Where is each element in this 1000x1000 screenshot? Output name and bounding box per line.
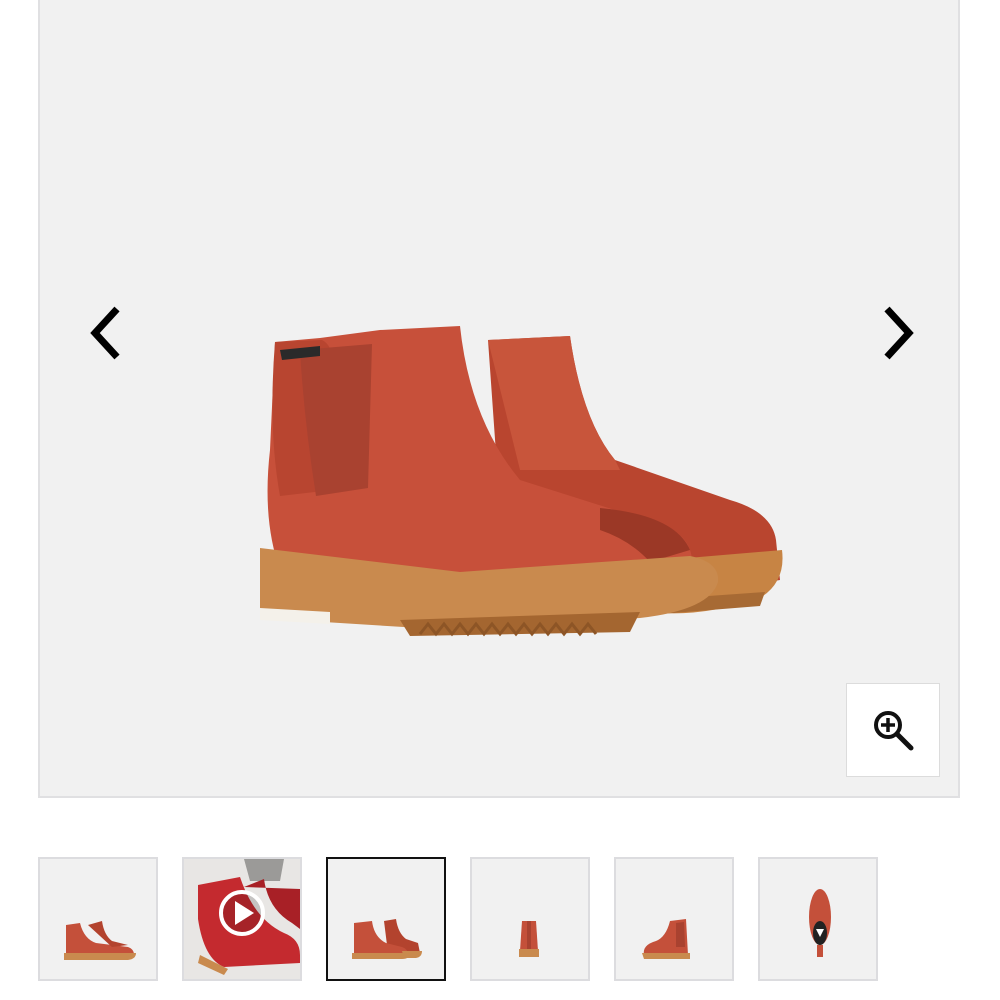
play-icon: [219, 890, 265, 936]
boot-pair-image: [64, 921, 136, 960]
thumbnail-4[interactable]: [470, 857, 590, 981]
thumbnail-1[interactable]: [38, 857, 158, 981]
zoom-in-icon: [874, 711, 914, 751]
boot-heel-image: [519, 921, 539, 957]
thumbnail-2-video[interactable]: [182, 857, 302, 981]
previous-image-button[interactable]: [80, 300, 130, 366]
next-image-button[interactable]: [874, 300, 924, 366]
boot-pair-image: [352, 919, 422, 959]
zoom-button[interactable]: [846, 683, 940, 777]
chevron-left-icon: [90, 306, 120, 360]
main-product-image-panel: [38, 0, 960, 798]
boot-top-image: [809, 889, 831, 957]
product-photo: [260, 326, 783, 637]
chevron-right-icon: [884, 306, 914, 360]
thumbnail-5[interactable]: [614, 857, 734, 981]
thumbnail-6[interactable]: [758, 857, 878, 981]
thumbnail-3-selected[interactable]: [326, 857, 446, 981]
boot-side-image: [642, 919, 690, 959]
